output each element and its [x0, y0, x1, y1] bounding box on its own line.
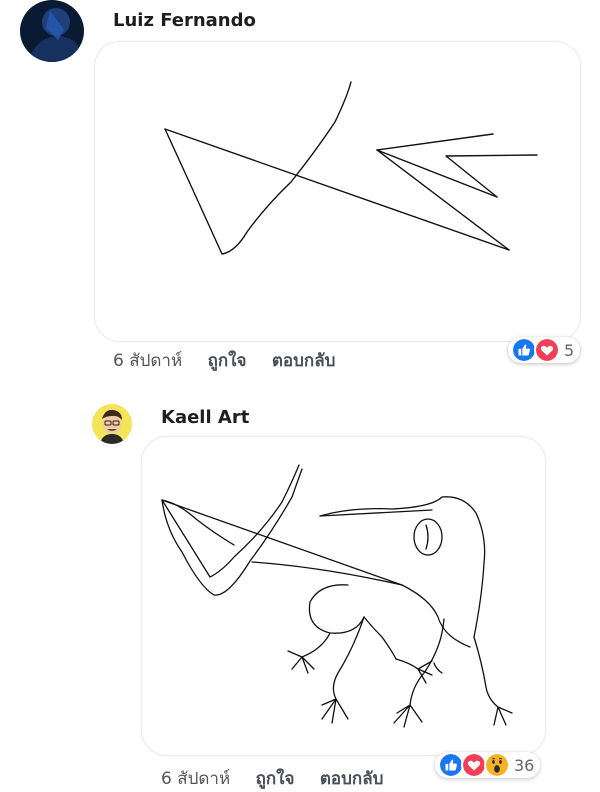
comment-author[interactable]: Luiz Fernando: [113, 10, 256, 31]
avatar[interactable]: [20, 0, 84, 62]
comment-actions: 6 สัปดาห์ ถูกใจ ตอบกลับ: [161, 765, 403, 792]
reaction-count: 5: [564, 340, 575, 360]
scribble-drawing: [164, 81, 538, 255]
like-button[interactable]: ถูกใจ: [208, 351, 247, 371]
reaction-count: 36: [514, 755, 535, 775]
comment-timestamp[interactable]: 6 สัปดาห์: [161, 769, 230, 789]
comment-author[interactable]: Kaell Art: [161, 407, 249, 428]
comment-actions: 6 สัปดาห์ ถูกใจ ตอบกลับ: [113, 347, 355, 374]
reaction-summary[interactable]: 36: [435, 752, 541, 778]
comment-timestamp[interactable]: 6 สัปดาห์: [113, 351, 182, 371]
avatar[interactable]: [92, 404, 132, 444]
like-button[interactable]: ถูกใจ: [256, 769, 295, 789]
reply-button[interactable]: ตอบกลับ: [320, 769, 384, 789]
lizard-drawing: [161, 464, 513, 728]
reply-button[interactable]: ตอบกลับ: [272, 351, 336, 371]
love-icon: [534, 337, 560, 363]
wow-icon: [484, 752, 510, 778]
comment-drawing-card[interactable]: [141, 436, 546, 756]
avatar-cartoon-icon: [92, 404, 132, 444]
comment-drawing-card[interactable]: [94, 41, 581, 342]
reaction-summary[interactable]: 5: [508, 337, 581, 363]
avatar-dark-icon: [20, 0, 84, 62]
